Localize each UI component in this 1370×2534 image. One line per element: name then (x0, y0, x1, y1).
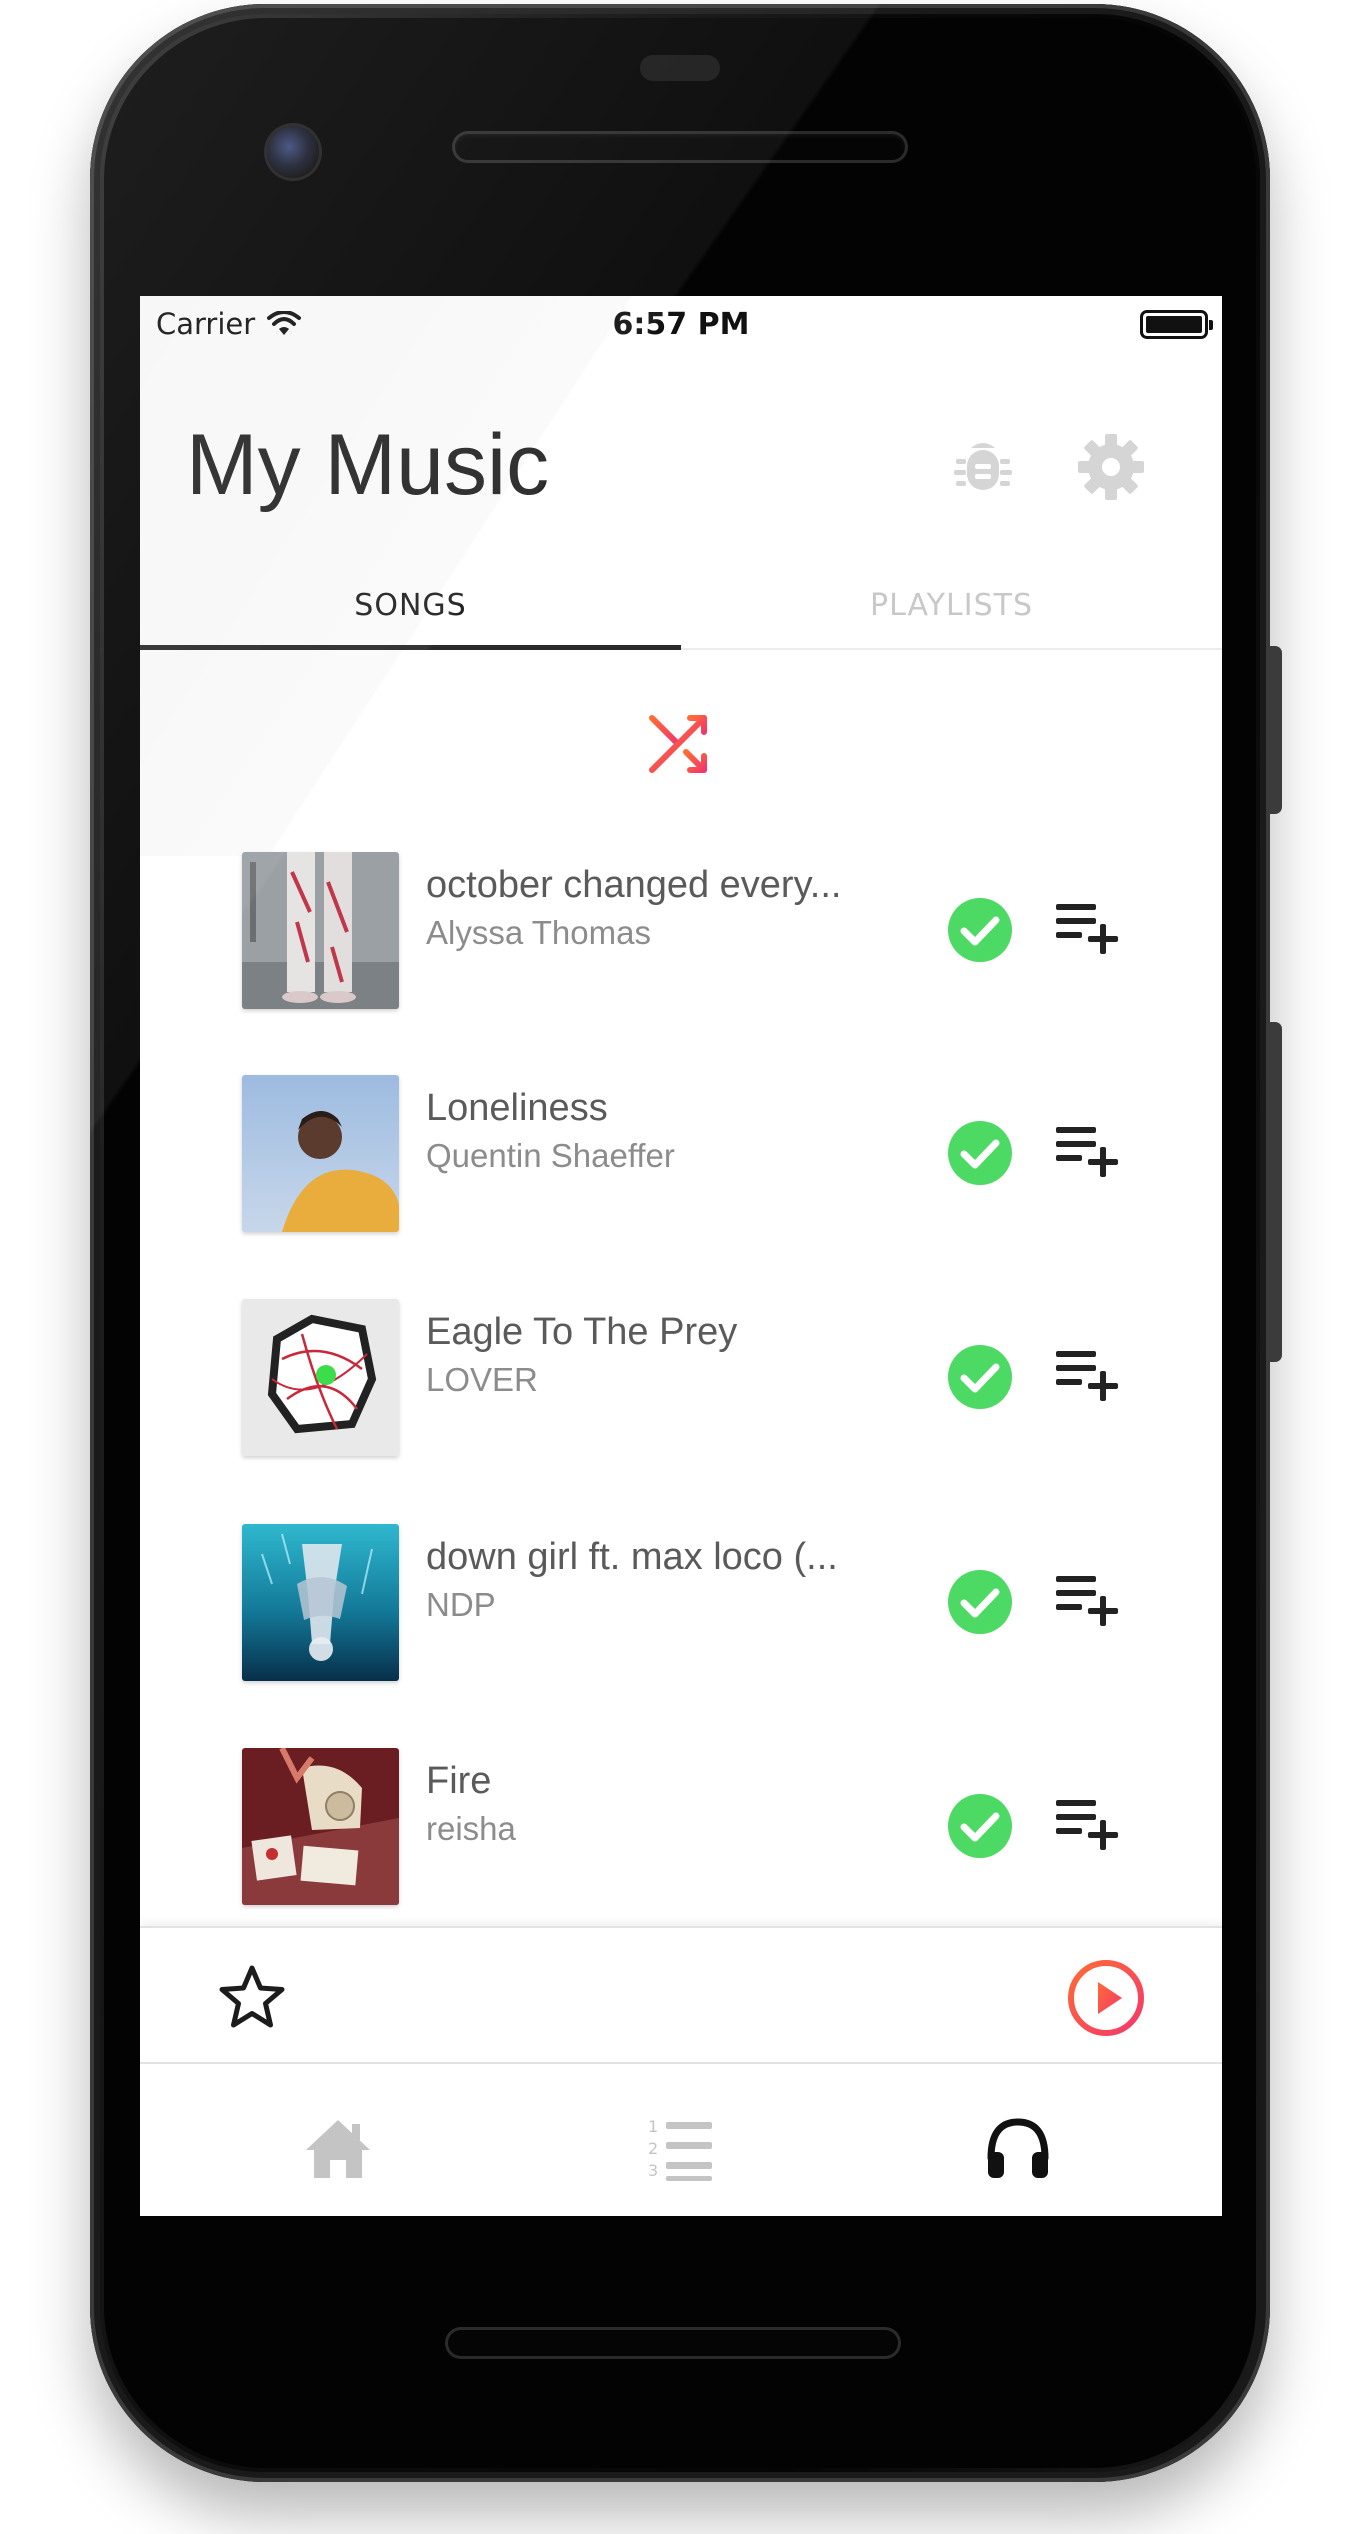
album-art (242, 852, 399, 1009)
proximity-sensor (640, 55, 720, 81)
earpiece-speaker (455, 134, 905, 160)
status-time: 6:57 PM (612, 307, 750, 342)
song-title: Eagle To The Prey (426, 1311, 738, 1353)
list-item[interactable]: october changed every... Alyssa Thomas (140, 852, 1222, 1012)
add-to-playlist-icon[interactable] (1054, 1347, 1122, 1403)
volume-button (1266, 1022, 1282, 1362)
svg-text:1: 1 (648, 2117, 658, 2136)
song-title: Fire (426, 1760, 492, 1802)
album-art (242, 1748, 399, 1905)
song-artist: Quentin Shaeffer (426, 1137, 675, 1174)
numbered-list-icon[interactable]: 1 2 3 (644, 2112, 716, 2184)
power-button (1266, 646, 1282, 814)
bug-icon[interactable] (948, 432, 1018, 502)
home-icon[interactable] (302, 2112, 374, 2184)
headphones-icon[interactable] (982, 2112, 1054, 2184)
downloaded-check-icon (948, 1345, 1012, 1409)
svg-text:3: 3 (648, 2161, 658, 2180)
add-to-playlist-icon[interactable] (1054, 1572, 1122, 1628)
downloaded-check-icon (948, 898, 1012, 962)
tab-playlists[interactable]: PLAYLISTS (681, 568, 1222, 650)
bottom-navigation: 1 2 3 (140, 2062, 1222, 2216)
mini-player (140, 1926, 1222, 2062)
downloaded-check-icon (948, 1794, 1012, 1858)
downloaded-check-icon (948, 1121, 1012, 1185)
app-screen: Carrier 6:57 PM My Music SONGS PLAYLISTS… (140, 296, 1222, 2216)
bottom-speaker (448, 2330, 898, 2356)
add-to-playlist-icon[interactable] (1054, 1123, 1122, 1179)
svg-text:2: 2 (648, 2139, 658, 2158)
song-title: Loneliness (426, 1087, 608, 1129)
album-art (242, 1299, 399, 1456)
song-title: down girl ft. max loco (... (426, 1536, 838, 1578)
page-title: My Music (186, 417, 550, 513)
list-item[interactable]: Eagle To The Prey LOVER (140, 1299, 1222, 1459)
song-title: october changed every... (426, 864, 842, 906)
add-to-playlist-icon[interactable] (1054, 1796, 1122, 1852)
tab-songs[interactable]: SONGS (140, 568, 681, 650)
album-art (242, 1524, 399, 1681)
downloaded-check-icon (948, 1570, 1012, 1634)
play-circle-icon[interactable] (1066, 1958, 1146, 2038)
list-item[interactable]: Fire reisha (140, 1748, 1222, 1908)
front-camera (267, 126, 319, 178)
list-item[interactable]: Loneliness Quentin Shaeffer (140, 1075, 1222, 1235)
song-artist: Alyssa Thomas (426, 914, 651, 951)
song-artist: reisha (426, 1810, 516, 1847)
tab-bar-top: SONGS PLAYLISTS (140, 568, 1222, 650)
album-art (242, 1075, 399, 1232)
status-bar: Carrier 6:57 PM (140, 296, 1222, 352)
star-icon[interactable] (216, 1962, 288, 2034)
song-artist: LOVER (426, 1361, 538, 1398)
shuffle-icon[interactable] (646, 708, 716, 778)
battery-icon (1140, 310, 1213, 339)
add-to-playlist-icon[interactable] (1054, 900, 1122, 956)
list-item[interactable]: down girl ft. max loco (... NDP (140, 1524, 1222, 1684)
song-artist: NDP (426, 1586, 496, 1623)
gear-icon[interactable] (1076, 432, 1146, 502)
